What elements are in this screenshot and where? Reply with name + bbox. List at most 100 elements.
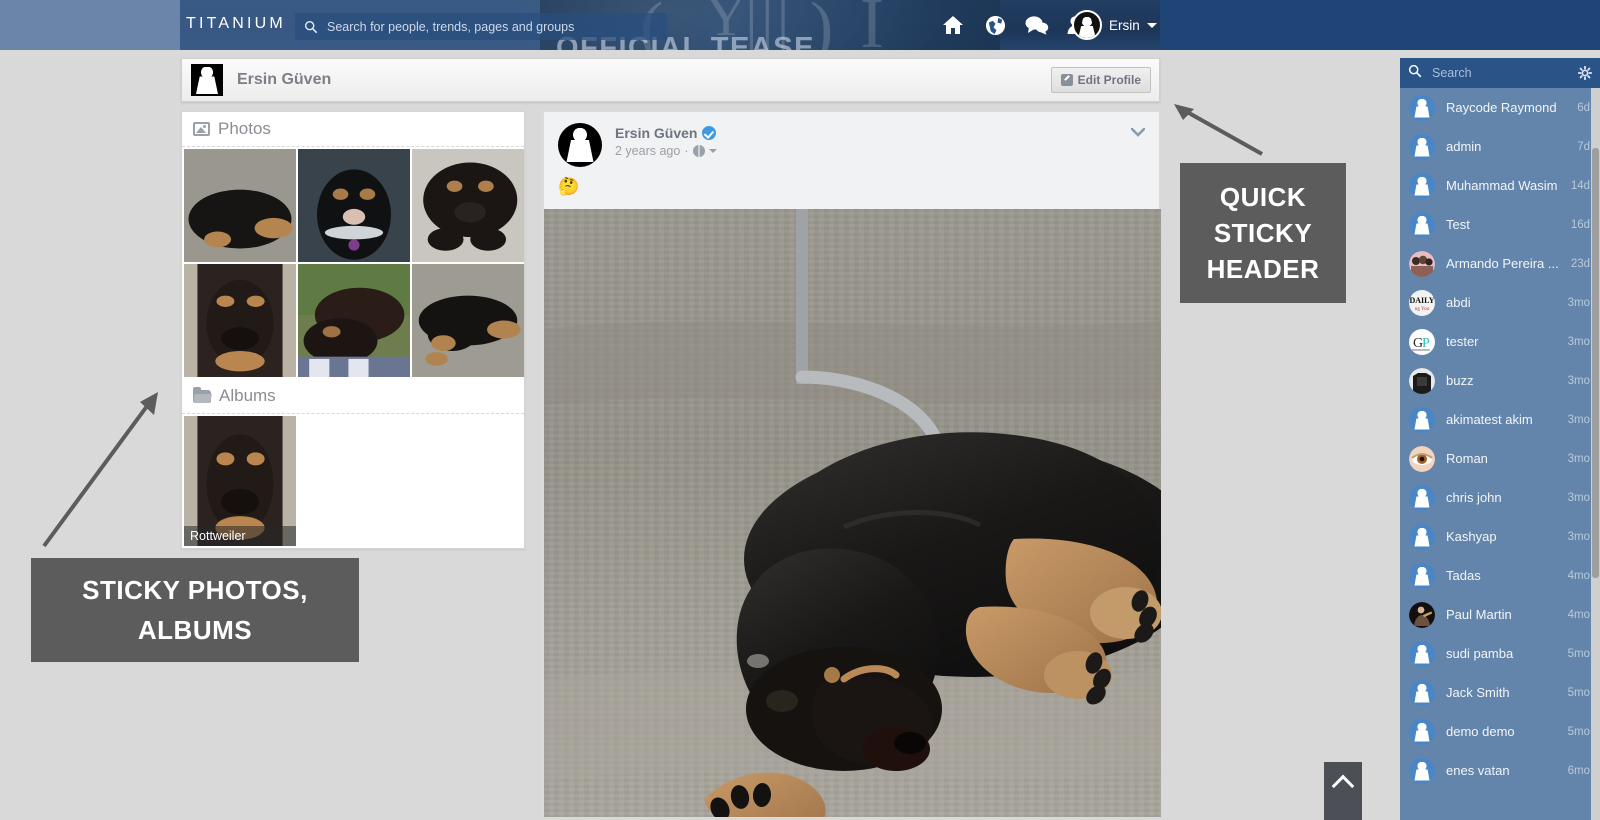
search-input[interactable] — [325, 18, 655, 35]
chat-contact-name: Roman — [1446, 451, 1488, 466]
avatar: G P — [1409, 328, 1435, 355]
annotation-arrow-header — [1174, 104, 1263, 156]
edit-profile-button[interactable]: Edit Profile — [1050, 67, 1151, 93]
photo-thumbnail[interactable] — [184, 264, 296, 377]
chevron-down-icon[interactable] — [708, 149, 717, 153]
chat-contact-time: 6d — [1577, 101, 1590, 114]
chat-contact-row[interactable]: enes vatan 6mo — [1400, 751, 1600, 790]
post-separator: · — [684, 144, 689, 158]
chat-contact-time: 3mo — [1567, 491, 1590, 504]
chat-contact-name: Jack Smith — [1446, 685, 1510, 700]
avatar — [1409, 718, 1435, 745]
chat-contact-name: Muhammad Wasim — [1446, 178, 1558, 193]
chat-contact-name: enes vatan — [1446, 763, 1510, 778]
gear-icon[interactable] — [1577, 65, 1593, 85]
global-search-box[interactable] — [295, 13, 667, 40]
avatar — [1409, 211, 1435, 238]
chat-contact-row[interactable]: buzz 3mo — [1400, 361, 1600, 400]
chat-contact-name: Kashyap — [1446, 529, 1497, 544]
chat-contact-row[interactable]: chris john 3mo — [1400, 478, 1600, 517]
post-submeta: 2 years ago · — [615, 144, 717, 158]
chat-contact-time: 5mo — [1567, 686, 1590, 699]
photo-thumbnail[interactable] — [298, 264, 410, 377]
chat-contact-time: 3mo — [1567, 530, 1590, 543]
chat-contact-row[interactable]: Paul Martin 4mo — [1400, 595, 1600, 634]
albums-grid: Rottweiler — [182, 414, 524, 548]
chat-contact-row[interactable]: Kashyap 3mo — [1400, 517, 1600, 556]
scroll-to-top-button[interactable] — [1324, 762, 1362, 820]
chat-contact-row[interactable]: Muhammad Wasim 14d — [1400, 166, 1600, 205]
chat-scrollbar-thumb[interactable] — [1592, 148, 1599, 578]
post-meta: Ersin Güven 2 years ago · — [615, 123, 717, 167]
chat-contact-time: 3mo — [1567, 413, 1590, 426]
home-icon[interactable] — [940, 12, 966, 38]
chat-contact-row[interactable]: G P tester 3mo — [1400, 322, 1600, 361]
avatar — [1409, 757, 1435, 784]
album-label: Rottweiler — [184, 526, 296, 546]
chat-contact-list[interactable]: Raycode Raymond 6d admin 7d Muhammad Wasim 14… — [1400, 88, 1600, 820]
album-tile[interactable]: Rottweiler — [184, 416, 296, 546]
chat-contact-row[interactable]: DAILY ng You abdi 3mo — [1400, 283, 1600, 322]
chat-contact-row[interactable]: Armando Pereira ... 23d — [1400, 244, 1600, 283]
user-menu[interactable]: Ersin — [1072, 10, 1157, 40]
post-photo[interactable] — [544, 209, 1161, 817]
chat-contact-name: buzz — [1446, 373, 1474, 388]
photo-thumbnail[interactable] — [184, 149, 296, 262]
chat-contact-row[interactable]: sudi pamba 5mo — [1400, 634, 1600, 673]
photo-thumbnail[interactable] — [298, 149, 410, 262]
chat-contact-row[interactable]: Jack Smith 5mo — [1400, 673, 1600, 712]
avatar — [1072, 10, 1102, 40]
chevron-down-icon — [1146, 22, 1157, 28]
avatar — [1409, 250, 1435, 277]
post-author-avatar[interactable] — [558, 123, 602, 167]
top-navbar: TITANIUM Search for people, trends, page… — [0, 0, 1600, 50]
post-card: Ersin Güven 2 years ago · 🤔 — [543, 111, 1161, 818]
search-icon — [304, 20, 318, 34]
albums-title: Albums — [219, 386, 276, 405]
chat-contact-row[interactable]: Raycode Raymond 6d — [1400, 88, 1600, 127]
chat-contact-time: 3mo — [1567, 335, 1590, 348]
chat-contact-time: 5mo — [1567, 647, 1590, 660]
chat-contact-row[interactable]: Test 16d — [1400, 205, 1600, 244]
navbar-left-region — [0, 0, 180, 50]
chat-contact-row[interactable]: akimatest akim 3mo — [1400, 400, 1600, 439]
chat-contact-name: tester — [1446, 334, 1479, 349]
post-options-button[interactable] — [1130, 124, 1146, 137]
navbar-icon-group — [940, 0, 1092, 50]
post-author-name: Ersin Güven — [615, 125, 698, 141]
brand-logo[interactable]: TITANIUM — [186, 15, 286, 33]
chat-bubble-icon[interactable] — [1024, 12, 1050, 38]
globe-icon[interactable] — [982, 12, 1008, 38]
chat-contact-time: 23d — [1570, 257, 1590, 270]
chat-contact-time: 4mo — [1567, 608, 1590, 621]
photo-icon — [193, 122, 210, 136]
avatar — [1409, 640, 1435, 667]
photo-thumbnail[interactable] — [412, 264, 524, 377]
svg-text:DAILY: DAILY — [1409, 296, 1434, 305]
chat-contact-row[interactable]: Tadas 4mo — [1400, 556, 1600, 595]
chat-scrollbar[interactable] — [1591, 88, 1600, 820]
chevron-up-icon — [1331, 774, 1355, 798]
page-title: Ersin Güven — [237, 71, 332, 88]
post-text: 🤔 — [558, 177, 580, 196]
photo-thumbnail[interactable] — [412, 149, 524, 262]
chat-search-input[interactable] — [1430, 65, 1550, 81]
chat-contact-time: 4mo — [1567, 569, 1590, 582]
chat-contact-row[interactable]: admin 7d — [1400, 127, 1600, 166]
photos-title: Photos — [218, 119, 271, 138]
albums-section-header: Albums — [182, 379, 524, 414]
chat-contact-row[interactable]: demo demo 5mo — [1400, 712, 1600, 751]
chat-search-box[interactable] — [1400, 58, 1600, 88]
chat-contact-name: abdi — [1446, 295, 1471, 310]
chat-contact-time: 3mo — [1567, 452, 1590, 465]
chat-contact-time: 6mo — [1567, 764, 1590, 777]
pencil-icon — [1060, 74, 1073, 86]
globe-icon[interactable] — [692, 145, 705, 157]
chat-contact-name: akimatest akim — [1446, 412, 1533, 427]
avatar — [1409, 94, 1435, 121]
chat-contact-time: 14d — [1570, 179, 1590, 192]
profile-avatar[interactable] — [191, 64, 223, 96]
post-author[interactable]: Ersin Güven — [615, 125, 717, 141]
chat-contact-row[interactable]: Roman 3mo — [1400, 439, 1600, 478]
avatar — [1409, 445, 1435, 472]
